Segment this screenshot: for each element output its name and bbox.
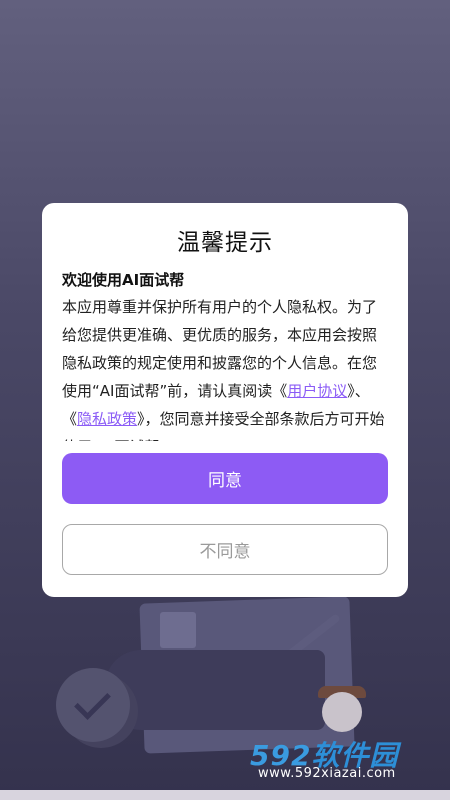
scroll-illustration bbox=[105, 650, 325, 730]
disagree-button[interactable]: 不同意 bbox=[62, 524, 388, 575]
agree-button[interactable]: 同意 bbox=[62, 453, 388, 504]
watermark-url: www.592xiazai.com bbox=[258, 766, 396, 781]
bottom-strip bbox=[0, 790, 450, 800]
profile-photo-illustration bbox=[160, 612, 196, 648]
privacy-body-text[interactable]: 本应用尊重并保护所有用户的个人隐私权。为了给您提供更准确、更优质的服务，本应用会… bbox=[62, 293, 390, 441]
privacy-dialog: 温馨提示 欢迎使用AI面试帮 本应用尊重并保护所有用户的个人隐私权。为了给您提供… bbox=[42, 203, 408, 597]
dialog-title: 温馨提示 bbox=[177, 230, 273, 256]
disagree-button-label: 不同意 bbox=[199, 542, 251, 562]
welcome-heading: 欢迎使用AI面试帮 bbox=[62, 271, 185, 289]
privacy-policy-link[interactable]: 隐私政策 bbox=[77, 410, 137, 428]
user-agreement-link[interactable]: 用户协议 bbox=[287, 382, 347, 400]
mascot-illustration bbox=[322, 692, 362, 732]
agree-button-label: 同意 bbox=[208, 471, 242, 491]
